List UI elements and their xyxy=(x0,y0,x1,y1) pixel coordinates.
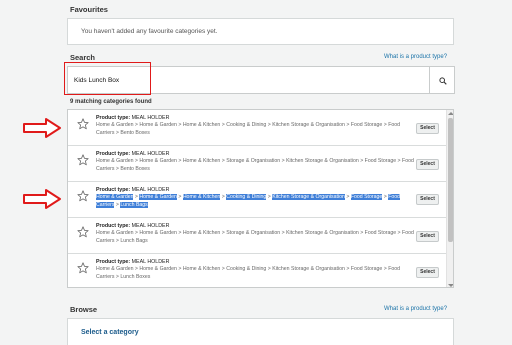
product-type: Product type: MEAL HOLDER xyxy=(96,187,169,193)
category-path-segment: Kitchen Storage & Organisation xyxy=(272,266,345,272)
star-outline-icon[interactable] xyxy=(77,262,89,274)
search-icon xyxy=(439,77,447,85)
category-path-segment: Home & Kitchen xyxy=(182,266,221,272)
category-path-segment: Home & Kitchen xyxy=(182,230,221,236)
results-scrollbar[interactable] xyxy=(446,110,453,287)
product-type: Product type: MEAL HOLDER xyxy=(96,259,169,265)
category-path-segment: Food Storage xyxy=(350,122,383,128)
category-path-segment: Home & Kitchen xyxy=(182,122,221,128)
select-button[interactable]: Select xyxy=(416,194,439,205)
scroll-down-arrow[interactable] xyxy=(448,284,453,287)
favourites-title: Favourites xyxy=(70,5,108,14)
category-path: Home & Garden > Home & Garden > Home & K… xyxy=(96,194,414,209)
search-help-link[interactable]: What is a product type? xyxy=(384,54,447,60)
product-type-value: MEAL HOLDER xyxy=(131,151,170,157)
select-button[interactable]: Select xyxy=(416,231,439,242)
path-separator: > xyxy=(176,194,183,200)
category-path-segment: Lunch Bags xyxy=(120,201,148,208)
product-type-value: MEAL HOLDER xyxy=(131,223,170,229)
select-button[interactable]: Select xyxy=(416,159,439,170)
result-row: Product type: MEAL HOLDER Home & Garden >… xyxy=(68,110,446,146)
category-path-segment: Kitchen Storage & Organisation xyxy=(272,194,345,200)
category-path-segment: Home & Garden xyxy=(139,158,177,164)
match-count: 9 matching categories found xyxy=(70,99,152,105)
star-outline-icon[interactable] xyxy=(77,226,89,238)
product-type-value: MEAL HOLDER xyxy=(131,259,170,265)
product-type: Product type: MEAL HOLDER xyxy=(96,223,169,229)
category-path: Home & Garden > Home & Garden > Home & K… xyxy=(96,122,414,137)
result-row: Product type: MEAL HOLDER Home & Garden >… xyxy=(68,254,446,287)
red-arrow-icon xyxy=(23,118,61,138)
category-path-segment: Home & Kitchen xyxy=(182,158,221,164)
product-type: Product type: MEAL HOLDER xyxy=(96,115,169,121)
result-row: Product type: MEAL HOLDER Home & Garden >… xyxy=(68,218,446,254)
path-separator: > xyxy=(344,194,351,200)
category-path-segment: Bento Boxes xyxy=(120,165,150,172)
star-outline-icon[interactable] xyxy=(77,154,89,166)
search-title: Search xyxy=(70,53,96,62)
category-path-segment: Food Storage xyxy=(364,230,397,236)
category-path-segment: Cooking & Dining xyxy=(226,194,267,200)
product-type-value: MEAL HOLDER xyxy=(131,187,170,193)
result-row: Product type: MEAL HOLDER Home & Garden >… xyxy=(68,146,446,182)
category-path-segment: Home & Garden xyxy=(96,266,134,272)
select-button[interactable]: Select xyxy=(416,123,439,134)
scroll-thumb[interactable] xyxy=(448,118,453,242)
product-type-value: MEAL HOLDER xyxy=(131,115,170,121)
browse-select-category[interactable]: Select a category xyxy=(68,319,453,336)
browse-panel[interactable]: Select a category xyxy=(67,318,454,345)
star-outline-icon[interactable] xyxy=(77,118,89,130)
category-path-segment: Home & Garden xyxy=(139,230,177,236)
search-input[interactable]: Kids Lunch Box xyxy=(67,66,429,94)
select-button[interactable]: Select xyxy=(416,267,439,278)
category-path-segment: Food Storage xyxy=(350,194,383,200)
category-path-segment: Home & Garden xyxy=(139,266,177,272)
category-path-segment: Food Storage xyxy=(350,266,383,272)
category-path-segment: Home & Garden xyxy=(139,122,177,128)
product-type-label: Product type: xyxy=(96,187,131,193)
category-path-segment: Home & Garden xyxy=(96,158,134,164)
browse-help-link[interactable]: What is a product type? xyxy=(384,306,447,312)
favourites-empty-message: You haven't added any favourite categori… xyxy=(81,28,218,35)
star-outline-icon[interactable] xyxy=(77,190,89,202)
category-path-segment: Home & Garden xyxy=(96,230,134,236)
category-path-segment: Bento Boxes xyxy=(120,129,150,136)
browse-title: Browse xyxy=(70,305,98,314)
category-path-segment: Home & Kitchen xyxy=(182,194,221,200)
category-path-segment: Storage & Organisation xyxy=(226,158,281,164)
red-arrow-icon xyxy=(23,189,61,209)
category-path-segment: Kitchen Storage & Organisation xyxy=(286,158,359,164)
category-path-segment: Home & Garden xyxy=(139,194,177,200)
product-type-label: Product type: xyxy=(96,115,131,121)
category-path-segment: Cooking & Dining xyxy=(226,122,267,128)
product-type-label: Product type: xyxy=(96,259,131,265)
category-path-segment: Home & Garden xyxy=(96,122,134,128)
product-type-label: Product type: xyxy=(96,151,131,157)
category-path-segment: Food Storage xyxy=(364,158,397,164)
results-list: Product type: MEAL HOLDER Home & Garden >… xyxy=(67,109,454,288)
favourites-panel: You haven't added any favourite categori… xyxy=(67,18,454,45)
category-path: Home & Garden > Home & Garden > Home & K… xyxy=(96,266,414,281)
category-path-segment: Storage & Organisation xyxy=(226,230,281,236)
category-path-segment: Kitchen Storage & Organisation xyxy=(272,122,345,128)
category-path-segment: Kitchen Storage & Organisation xyxy=(286,230,359,236)
result-row: Product type: MEAL HOLDER Home & Garden >… xyxy=(68,182,446,218)
search-button[interactable] xyxy=(429,66,455,94)
category-path-segment: Home & Garden xyxy=(96,194,134,200)
category-path-segment: Cooking & Dining xyxy=(226,266,267,272)
category-path-segment: Lunch Boxes xyxy=(120,273,151,280)
product-type: Product type: MEAL HOLDER xyxy=(96,151,169,157)
scroll-up-arrow[interactable] xyxy=(448,112,453,115)
product-type-label: Product type: xyxy=(96,223,131,229)
category-path-segment: Lunch Bags xyxy=(120,237,148,244)
category-path: Home & Garden > Home & Garden > Home & K… xyxy=(96,158,414,173)
category-path: Home & Garden > Home & Garden > Home & K… xyxy=(96,230,414,245)
